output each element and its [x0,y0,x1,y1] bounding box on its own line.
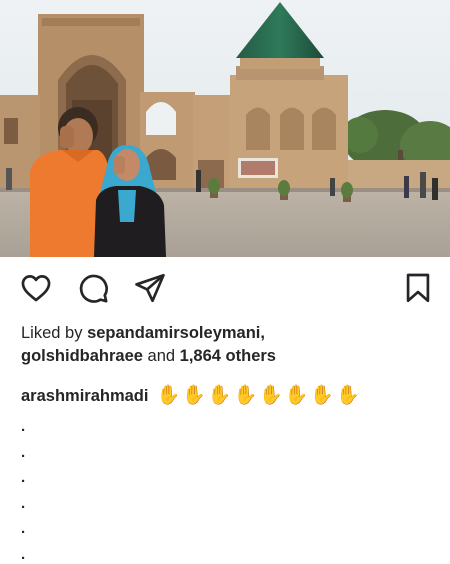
liked-by-label: Liked by [21,324,83,342]
caption-dot: . [21,469,26,486]
photo-scene [0,0,450,257]
share-button[interactable] [130,268,170,308]
and-label: and [147,347,176,365]
heart-icon [21,275,51,302]
caption-dot: . [21,443,26,461]
others-count-link[interactable]: 1,864 others [180,347,276,365]
liker-username[interactable]: sepandamirsoleymani, [87,324,265,342]
save-button[interactable] [398,268,438,308]
comment-icon [79,274,108,303]
send-icon [135,273,165,303]
caption-dot: . [21,545,26,563]
caption-dot: . [21,494,26,512]
like-button[interactable] [16,268,56,308]
caption-dot: . [21,418,26,435]
bookmark-icon [406,273,430,303]
post-photo[interactable] [0,0,450,257]
likes-summary: Liked by sepandamirsoleymani, golshidbah… [21,322,441,368]
post-action-bar [0,268,450,312]
post-caption: arashmirahmadi ✋✋✋✋✋✋✋✋ [21,383,441,409]
liker-username[interactable]: golshidbahraee [21,347,143,365]
comment-button[interactable] [73,268,113,308]
caption-dot: . [21,520,26,537]
caption-emojis: ✋✋✋✋✋✋✋✋ [156,385,362,406]
caption-username[interactable]: arashmirahmadi [21,387,148,406]
caption-dots: . . . . . . [21,414,41,564]
